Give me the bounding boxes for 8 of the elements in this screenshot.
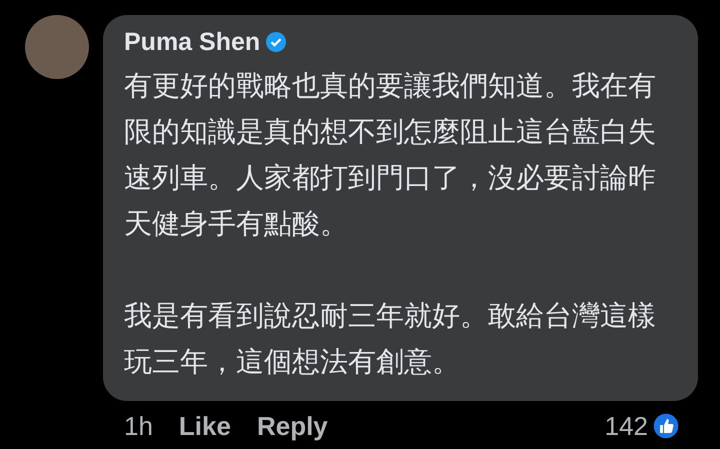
comment-text: 我是有看到說忍耐三年就好。敢給台灣這樣玩三年，這個想法有創意。 — [124, 299, 657, 379]
comment-text: 有更好的戰略也真的要讓我們知道。我在有限的知識是真的想不到怎麼阻止這台藍白失速列車。人家都打到門口了，沒必要討論昨天健身手有點酸。 — [124, 69, 657, 241]
reaction-count[interactable]: 142 — [604, 410, 648, 442]
thumbs-up-icon[interactable] — [652, 412, 680, 440]
author-name[interactable]: Puma Shen — [124, 28, 260, 56]
action-link[interactable]: Like — [178, 410, 231, 442]
action-link[interactable]: Reply — [256, 410, 328, 442]
comment-time[interactable]: 1h — [124, 410, 153, 442]
